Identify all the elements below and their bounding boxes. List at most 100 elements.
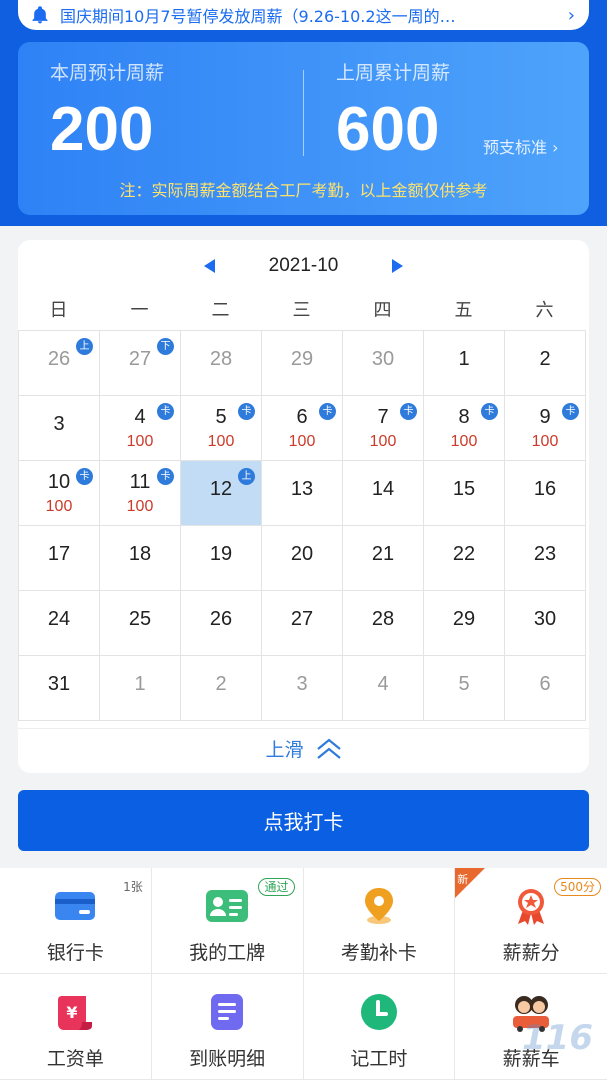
this-week-wage-label: 本周预计周薪: [50, 62, 165, 84]
calendar-day-cell[interactable]: 30: [505, 591, 586, 656]
menu-item-bank-card[interactable]: 1张 银行卡: [0, 868, 152, 974]
calendar-day-cell[interactable]: 13: [262, 461, 343, 526]
chevron-right-icon: ›: [552, 138, 559, 157]
calendar-day-cell[interactable]: 27: [262, 591, 343, 656]
calendar-day-cell[interactable]: 12 上: [181, 461, 262, 526]
prev-month-icon[interactable]: [203, 259, 215, 273]
calendar-day-cell[interactable]: 25: [100, 591, 181, 656]
day-status-badge: 卡: [238, 403, 255, 420]
calendar-day-cell[interactable]: 26: [181, 591, 262, 656]
calendar-day-cell[interactable]: 3: [262, 656, 343, 721]
day-number: 5: [458, 673, 470, 695]
weekday-label: 六: [535, 300, 554, 321]
calendar-day-cell[interactable]: 27 下: [100, 331, 181, 396]
calendar-day-cell[interactable]: 19: [181, 526, 262, 591]
menu-item-work-badge[interactable]: 通过 我的工牌: [151, 868, 304, 974]
day-number: 19: [209, 543, 233, 565]
day-number: 22: [452, 543, 476, 565]
calendar-day-cell[interactable]: 10 卡 100: [19, 461, 100, 526]
calendar-day-cell[interactable]: 23: [505, 526, 586, 591]
calendar-day-cell[interactable]: 4 卡 100: [100, 396, 181, 461]
day-number: 17: [47, 543, 71, 565]
day-wage-amount: 100: [207, 433, 235, 450]
calendar-day-cell[interactable]: 6 卡 100: [262, 396, 343, 461]
weekly-wage-card: 本周预计周薪 200 上周累计周薪 600 预支标准 › 注：实际周薪金额结合工…: [18, 42, 589, 215]
slide-up-toggle[interactable]: 上滑: [18, 728, 589, 768]
day-number: 25: [128, 608, 152, 630]
calendar-day-cell[interactable]: 28: [181, 331, 262, 396]
payslip-icon: ¥: [58, 996, 93, 1030]
calendar-day-cell[interactable]: 9 卡 100: [505, 396, 586, 461]
calendar-day-cell[interactable]: 15: [424, 461, 505, 526]
calendar-day-cell[interactable]: 8 卡 100: [424, 396, 505, 461]
day-status-badge: 上: [238, 468, 255, 485]
day-status-badge: 卡: [157, 468, 174, 485]
calendar-day-cell[interactable]: 16: [505, 461, 586, 526]
work-badge-icon: [206, 890, 249, 922]
weekday-label: 三: [292, 300, 311, 321]
menu-item-arrival-details[interactable]: 到账明细: [151, 974, 304, 1080]
calendar-day-cell[interactable]: 22: [424, 526, 505, 591]
day-status-badge: 上: [76, 338, 93, 355]
calendar-day-cell[interactable]: 24: [19, 591, 100, 656]
day-number: 24: [47, 608, 71, 630]
weekday-label: 五: [454, 300, 473, 321]
menu-item-salary-points[interactable]: 新 500分 薪薪分: [455, 868, 607, 974]
calendar-day-cell[interactable]: 5 卡 100: [181, 396, 262, 461]
calendar-day-cell[interactable]: 6: [505, 656, 586, 721]
advance-standard-label: 预支标准: [483, 138, 548, 157]
calendar-day-cell[interactable]: 1: [424, 331, 505, 396]
weekday-label: 四: [373, 300, 392, 321]
calendar-month: 2021-10: [268, 255, 339, 276]
day-number: 18: [128, 543, 152, 565]
calendar-day-cell[interactable]: 18: [100, 526, 181, 591]
calendar-day-cell[interactable]: 30: [343, 331, 424, 396]
day-number: 2: [539, 348, 551, 370]
menu-item-payslip[interactable]: ¥ 工资单: [0, 974, 152, 1080]
day-number: 28: [209, 348, 233, 370]
day-number: 15: [452, 478, 476, 500]
calendar-day-cell[interactable]: 2: [505, 331, 586, 396]
day-wage-amount: 100: [126, 433, 154, 450]
calendar-day-cell[interactable]: 4: [343, 656, 424, 721]
calendar-day-cell[interactable]: 1: [100, 656, 181, 721]
document-list-icon: [211, 994, 244, 1030]
calendar-day-cell[interactable]: 7 卡 100: [343, 396, 424, 461]
menu-item-attendance-makeup[interactable]: 考勤补卡: [303, 868, 456, 974]
card-count-tag: 1张: [123, 880, 143, 894]
punch-in-button[interactable]: 点我打卡: [18, 790, 589, 851]
calendar-day-cell[interactable]: 3: [19, 396, 100, 461]
day-status-badge: 卡: [400, 403, 417, 420]
calendar-day-cell[interactable]: 31: [19, 656, 100, 721]
next-month-icon[interactable]: [392, 259, 404, 273]
calendar-day-cell[interactable]: 11 卡 100: [100, 461, 181, 526]
notice-bar[interactable]: 国庆期间10月7号暂停发放周薪（9.26-10.2这一周的… ›: [18, 0, 589, 30]
day-number: 2: [215, 673, 227, 695]
day-number: 30: [371, 348, 395, 370]
day-status-badge: 卡: [562, 403, 579, 420]
calendar-day-cell[interactable]: 20: [262, 526, 343, 591]
menu-item-record-hours[interactable]: 记工时: [303, 974, 456, 1080]
day-number: 13: [290, 478, 314, 500]
day-number: 20: [290, 543, 314, 565]
day-number: 31: [47, 673, 71, 695]
day-wage-amount: 100: [369, 433, 397, 450]
medal-icon: [518, 889, 545, 925]
calendar-day-cell[interactable]: 26 上: [19, 331, 100, 396]
advance-standard-link[interactable]: 预支标准 ›: [483, 134, 559, 158]
calendar-day-cell[interactable]: 17: [19, 526, 100, 591]
calendar-day-cell[interactable]: 29: [262, 331, 343, 396]
calendar-day-cell[interactable]: 14: [343, 461, 424, 526]
day-number: 27: [290, 608, 314, 630]
calendar-day-cell[interactable]: 2: [181, 656, 262, 721]
calendar-day-cell[interactable]: 21: [343, 526, 424, 591]
day-number: 23: [533, 543, 557, 565]
calendar-day-cell[interactable]: 5: [424, 656, 505, 721]
calendar-day-cell[interactable]: 29: [424, 591, 505, 656]
day-wage-amount: 100: [126, 498, 154, 515]
calendar-day-cell[interactable]: 28: [343, 591, 424, 656]
bank-card-icon: [55, 892, 96, 920]
last-week-wage-label: 上周累计周薪: [336, 62, 451, 84]
points-badge: 500分: [554, 878, 601, 896]
day-wage-amount: 100: [531, 433, 559, 450]
